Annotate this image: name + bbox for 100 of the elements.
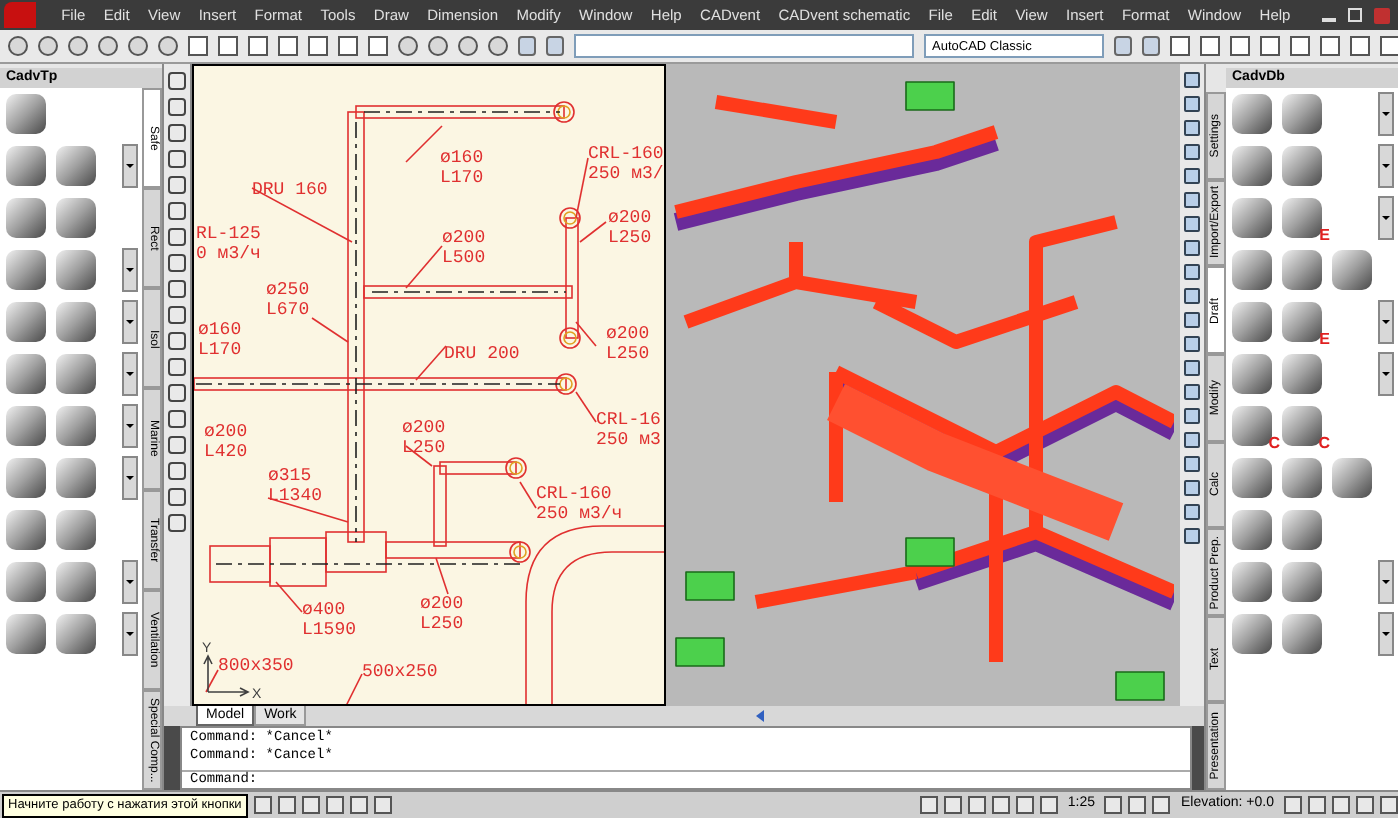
fitting-icon[interactable]	[6, 250, 46, 290]
fitting-icon[interactable]	[1232, 94, 1272, 134]
dimension-label: DRU 200	[444, 344, 520, 364]
caret-icon	[126, 320, 134, 324]
fitting-icon[interactable]	[1232, 458, 1272, 498]
caret-icon	[126, 632, 134, 636]
fitting-icon[interactable]	[1232, 146, 1272, 186]
dimension-label: ø250	[266, 280, 310, 300]
fitting-icon[interactable]	[56, 354, 96, 394]
fitting-icon[interactable]	[56, 198, 96, 238]
dimension-label: CRL-16	[596, 410, 661, 430]
dimension-label: L1340	[268, 486, 323, 506]
dropdown-button[interactable]	[1378, 560, 1394, 604]
dimension-label: L500	[442, 248, 486, 268]
fitting-icon[interactable]	[1332, 458, 1372, 498]
badge-letter: E	[1319, 228, 1330, 244]
dropdown-button[interactable]	[122, 456, 138, 500]
dimension-label: L250	[420, 614, 464, 634]
fitting-icon[interactable]	[6, 354, 46, 394]
fitting-icon[interactable]	[56, 562, 96, 602]
dimension-label: 0 м3/ч	[196, 244, 261, 264]
layer-combo[interactable]	[574, 34, 914, 58]
fitting-icon[interactable]	[1282, 562, 1322, 602]
dropdown-button[interactable]	[122, 612, 138, 656]
fitting-icon[interactable]	[1232, 198, 1272, 238]
dropdown-button[interactable]	[122, 404, 138, 448]
fitting-icon[interactable]	[6, 146, 46, 186]
dimension-label: ø400	[302, 600, 346, 620]
caret-icon	[126, 164, 134, 168]
dropdown-button[interactable]	[1378, 612, 1394, 656]
fitting-icon[interactable]	[1282, 354, 1322, 394]
dimension-label: L670	[266, 300, 310, 320]
caret-icon	[1382, 320, 1390, 324]
fitting-icon[interactable]	[1332, 250, 1372, 290]
dimension-label: L250	[606, 344, 650, 364]
fitting-icon[interactable]	[1282, 510, 1322, 550]
fitting-icon[interactable]	[1282, 250, 1322, 290]
dimension-label: ø200	[608, 208, 652, 228]
dropdown-button[interactable]	[122, 300, 138, 344]
dimension-label: ø200	[420, 594, 464, 614]
fitting-icon[interactable]	[6, 458, 46, 498]
caret-icon	[1382, 372, 1390, 376]
dimension-label: CRL-160	[536, 484, 612, 504]
dropdown-button[interactable]	[1378, 196, 1394, 240]
dropdown-button[interactable]	[122, 560, 138, 604]
dimension-label: 500x250	[362, 662, 438, 682]
caret-icon	[126, 580, 134, 584]
fitting-icon[interactable]	[1232, 614, 1272, 654]
dropdown-button[interactable]	[1378, 300, 1394, 344]
dropdown-button[interactable]	[1378, 352, 1394, 396]
fitting-icon[interactable]	[1232, 510, 1272, 550]
caret-icon	[1382, 216, 1390, 220]
caret-icon	[126, 476, 134, 480]
dimension-label: L1590	[302, 620, 357, 640]
dimension-label: ø160	[198, 320, 242, 340]
fitting-icon[interactable]	[1232, 354, 1272, 394]
fitting-icon[interactable]	[56, 406, 96, 446]
caret-icon	[1382, 164, 1390, 168]
dimension-label: ø200	[204, 422, 248, 442]
fitting-icon[interactable]	[56, 146, 96, 186]
fitting-icon[interactable]	[56, 302, 96, 342]
dimension-label: 250 м3/ч	[536, 504, 623, 524]
fitting-icon[interactable]	[6, 198, 46, 238]
caret-icon	[126, 268, 134, 272]
dropdown-button[interactable]	[122, 248, 138, 292]
fitting-icon[interactable]	[6, 94, 46, 134]
fitting-icon[interactable]	[6, 562, 46, 602]
fitting-icon[interactable]	[56, 510, 96, 550]
caret-icon	[1382, 632, 1390, 636]
dimension-label: L250	[608, 228, 652, 248]
dropdown-button[interactable]	[1378, 144, 1394, 188]
fitting-icon[interactable]	[6, 302, 46, 342]
fitting-icon[interactable]	[1232, 302, 1272, 342]
caret-icon	[1382, 580, 1390, 584]
dimension-label: DRU 160	[252, 180, 328, 200]
fitting-icon[interactable]	[6, 614, 46, 654]
dimension-label: ø200	[442, 228, 486, 248]
dropdown-button[interactable]	[122, 144, 138, 188]
fitting-icon[interactable]	[1232, 250, 1272, 290]
fitting-icon[interactable]	[1232, 562, 1272, 602]
caret-icon	[126, 424, 134, 428]
fitting-icon[interactable]	[1282, 614, 1322, 654]
fitting-icon[interactable]	[1282, 94, 1322, 134]
fitting-icon[interactable]	[1282, 146, 1322, 186]
fitting-icon[interactable]	[56, 250, 96, 290]
dimension-label: L420	[204, 442, 248, 462]
dimension-label: 250 м3/	[588, 164, 664, 184]
dropdown-button[interactable]	[122, 352, 138, 396]
dimension-label: 800x350	[218, 656, 294, 676]
fitting-icon[interactable]	[6, 510, 46, 550]
badge-letter: C	[1318, 436, 1330, 452]
fitting-icon[interactable]	[6, 406, 46, 446]
dimension-label: ø160	[440, 148, 484, 168]
restore-icon[interactable]	[1348, 8, 1362, 22]
dimension-label: ø200	[606, 324, 650, 344]
dimension-label: RL-125	[196, 224, 261, 244]
dropdown-button[interactable]	[1378, 92, 1394, 136]
fitting-icon[interactable]	[56, 614, 96, 654]
fitting-icon[interactable]	[1282, 458, 1322, 498]
fitting-icon[interactable]	[56, 458, 96, 498]
